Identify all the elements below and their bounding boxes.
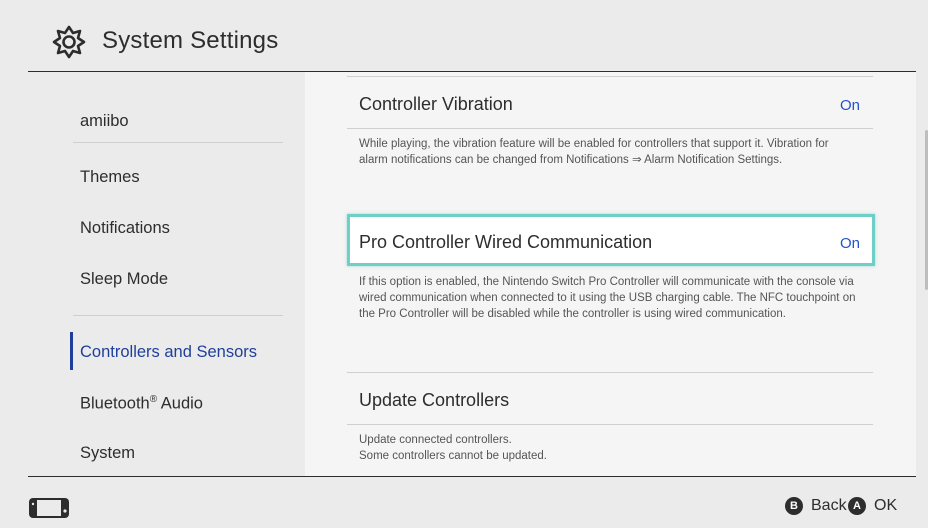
settings-screen: System Settings amiibo Themes Notificati…: [0, 0, 928, 528]
divider: [347, 76, 873, 77]
active-indicator: [70, 332, 73, 370]
sidebar-item-controllers-and-sensors[interactable]: Controllers and Sensors: [80, 343, 257, 362]
sidebar-item-label: Notifications: [80, 219, 170, 237]
sidebar-item-label: amiibo: [80, 112, 129, 130]
sidebar-item-label: Themes: [80, 168, 140, 186]
sidebar-item-amiibo[interactable]: amiibo: [80, 112, 129, 131]
header: System Settings: [28, 10, 916, 72]
sidebar-item-label: Controllers and Sensors: [80, 343, 258, 361]
divider: [347, 372, 873, 373]
sidebar-item-label: Sleep Mode: [80, 270, 169, 288]
back-button[interactable]: B Back: [785, 497, 847, 515]
sidebar-item-system[interactable]: System: [80, 444, 135, 463]
sidebar-item-bluetooth-audio[interactable]: Bluetooth® Audio: [80, 394, 203, 414]
footer: B Back A OK: [28, 476, 916, 528]
registered-mark: ®: [149, 394, 158, 405]
option-label: Controller Vibration: [359, 94, 513, 114]
back-label: Back: [811, 497, 847, 514]
description-line: Update connected controllers.: [359, 434, 512, 446]
page-title: System Settings: [102, 27, 279, 54]
option-label: Update Controllers: [359, 390, 510, 410]
sidebar-item-label-tail: Audio: [157, 394, 203, 413]
divider: [347, 424, 873, 425]
sidebar: amiibo Themes Notifications Sleep Mode C…: [28, 72, 305, 476]
option-value: On: [839, 97, 860, 114]
a-button-icon: A: [848, 497, 866, 515]
sidebar-item-themes[interactable]: Themes: [80, 168, 140, 187]
option-label: Pro Controller Wired Communication: [359, 232, 653, 252]
description-line: Some controllers cannot be updated.: [359, 450, 547, 462]
sidebar-item-label: System: [80, 444, 136, 462]
option-description: Update connected controllers. Some contr…: [359, 432, 859, 464]
divider: [73, 142, 283, 143]
b-button-icon: B: [785, 497, 803, 515]
option-description: While playing, the vibration feature wil…: [359, 138, 829, 166]
console-icon: [29, 498, 69, 518]
settings-content: Controller Vibration On While playing, t…: [305, 72, 916, 476]
option-description: If this option is enabled, the Nintendo …: [359, 276, 856, 320]
ok-button[interactable]: A OK: [848, 497, 897, 515]
gear-icon: [52, 25, 86, 59]
sidebar-item-notifications[interactable]: Notifications: [80, 219, 170, 238]
divider: [347, 128, 873, 129]
option-value: On: [839, 235, 860, 252]
sidebar-item-label: Bluetooth: [80, 394, 150, 413]
ok-label: OK: [874, 497, 898, 514]
divider: [73, 315, 283, 316]
sidebar-item-sleep-mode[interactable]: Sleep Mode: [80, 270, 168, 289]
